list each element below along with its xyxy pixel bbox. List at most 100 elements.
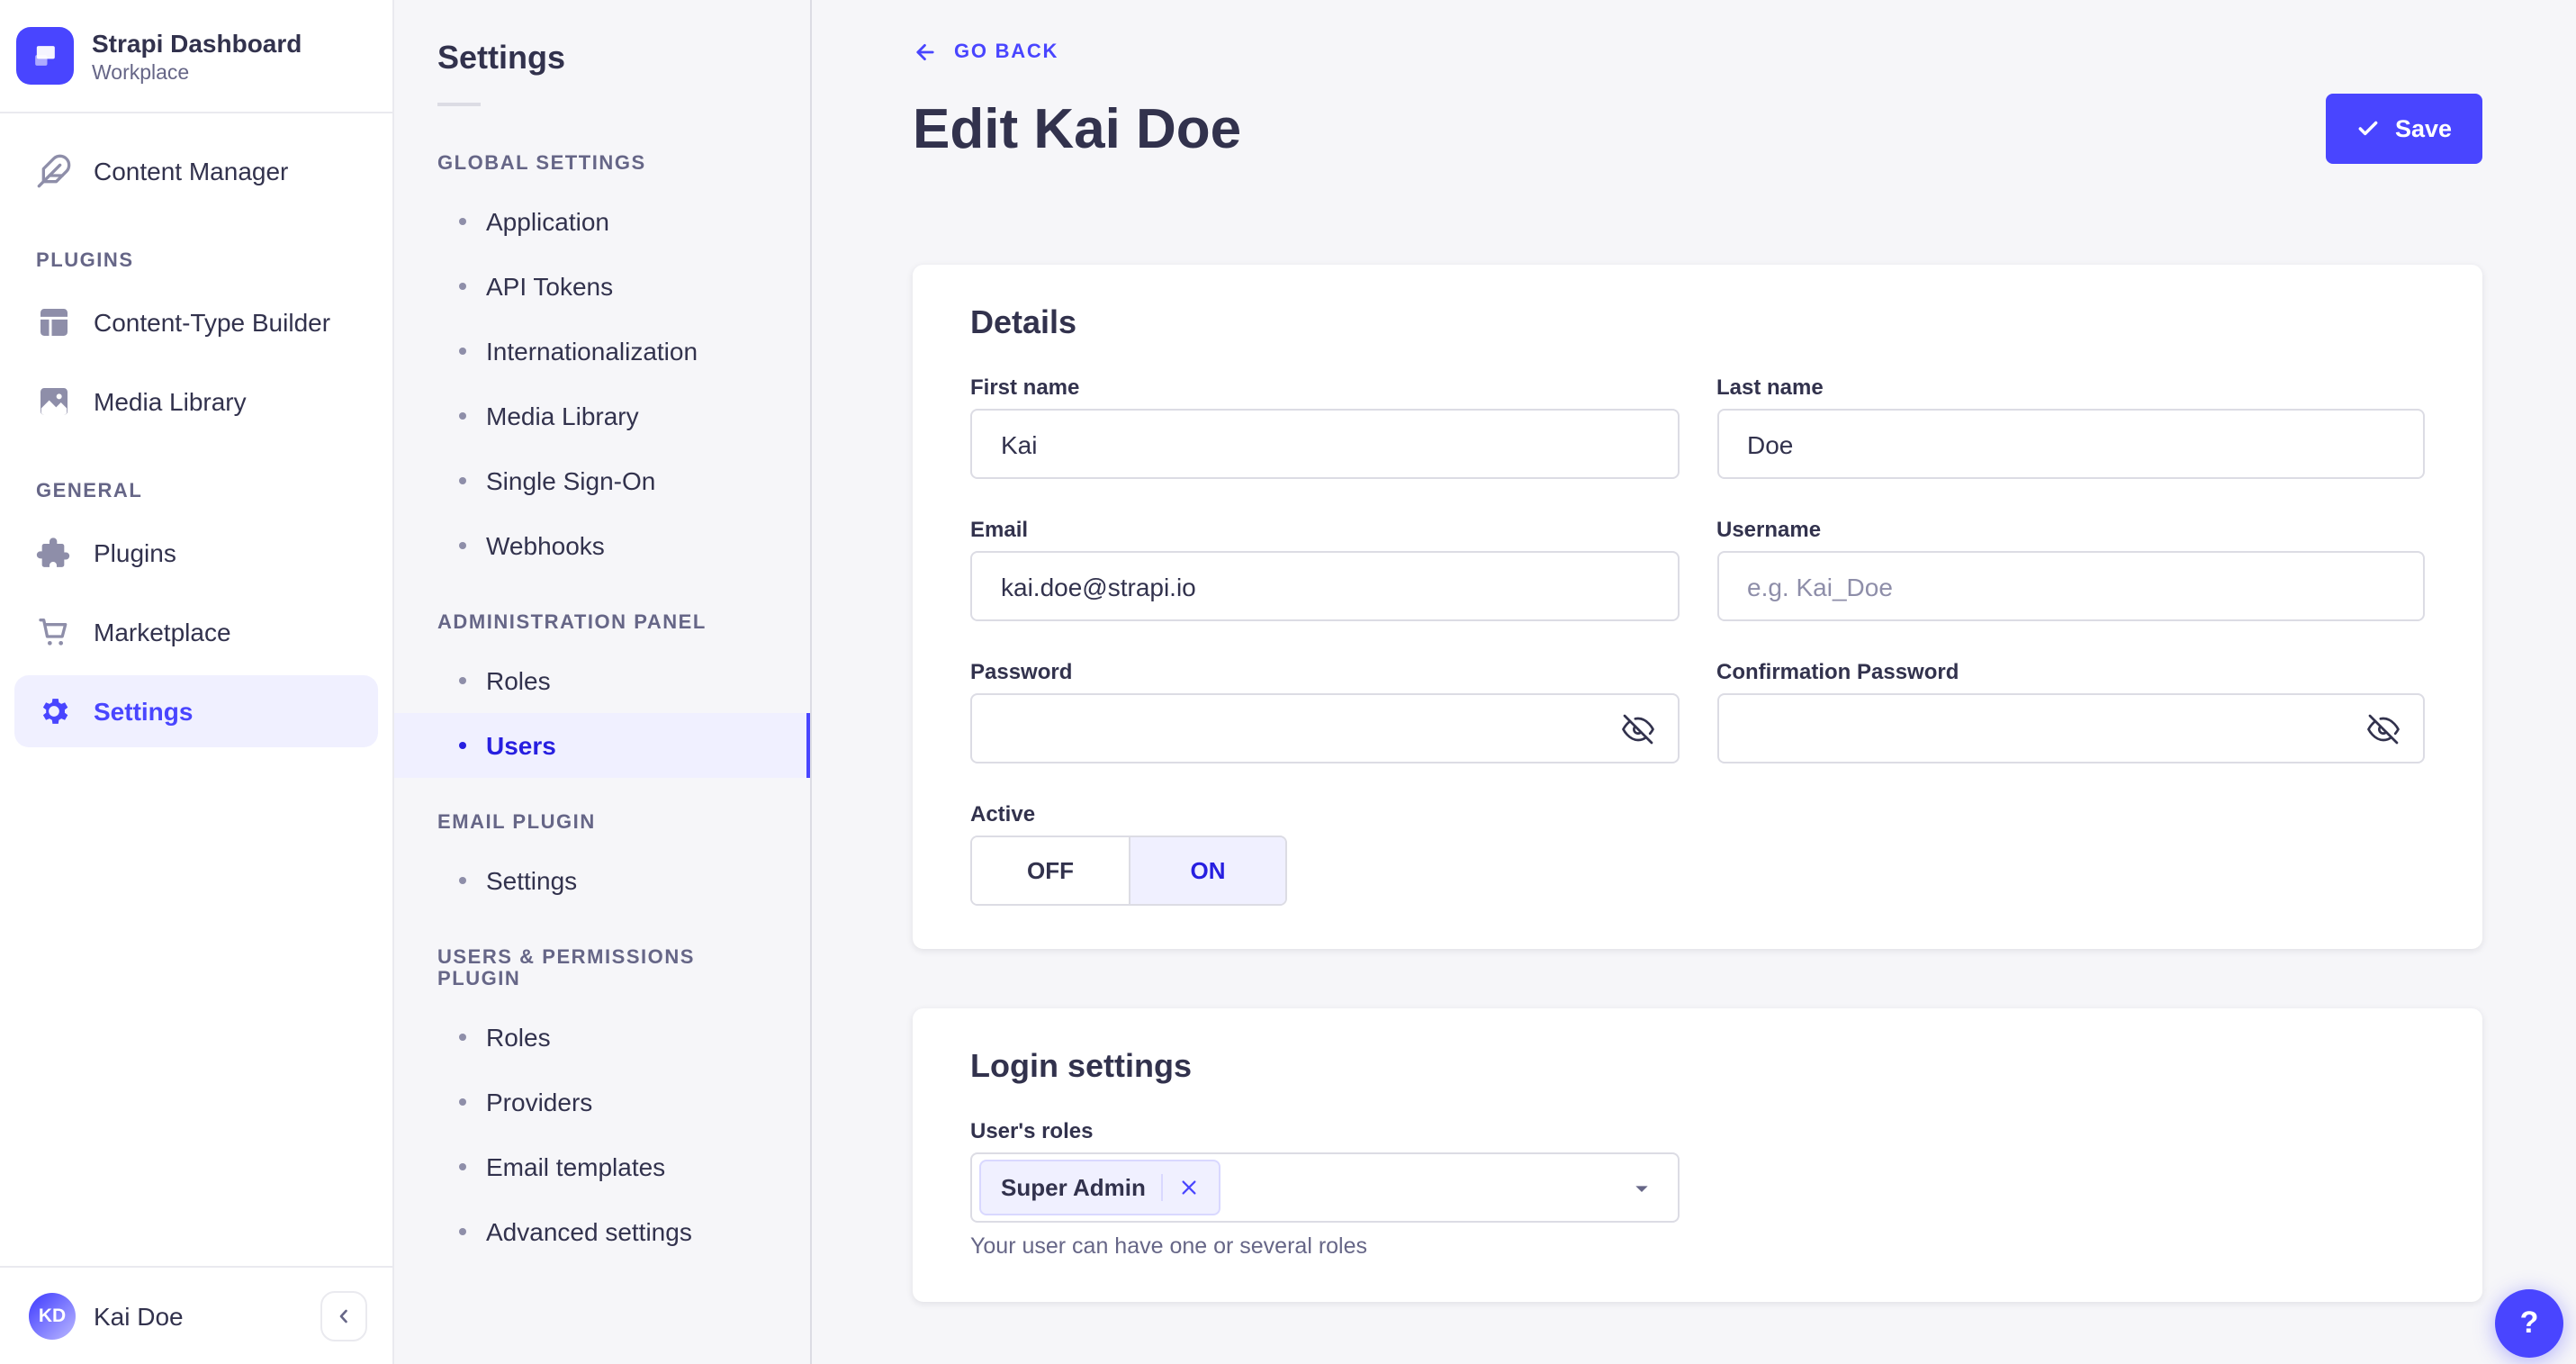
email-input[interactable]: [970, 551, 1679, 621]
close-icon: [1180, 1178, 1200, 1197]
confirmation-password-field-group: Confirmation Password: [1716, 659, 2425, 763]
last-name-input[interactable]: [1716, 409, 2425, 479]
gear-icon: [36, 693, 72, 729]
help-button[interactable]: ?: [2495, 1288, 2563, 1357]
chevron-down-icon: [1627, 1173, 1656, 1202]
sidebar-item-label: Content Manager: [94, 157, 289, 185]
role-tag-super-admin: Super Admin: [979, 1160, 1221, 1215]
strapi-logo-icon: [16, 27, 74, 85]
subnav-item-single-sign-on[interactable]: Single Sign-On: [394, 448, 810, 513]
sidebar-item-marketplace[interactable]: Marketplace: [14, 596, 378, 668]
subnav-item-admin-roles[interactable]: Roles: [394, 648, 810, 713]
subnav-item-label: API Tokens: [486, 272, 614, 301]
go-back-label: GO BACK: [954, 41, 1059, 63]
puzzle-icon: [36, 535, 72, 571]
active-toggle: OFF ON: [970, 836, 1287, 906]
toggle-confirmation-visibility-button[interactable]: [2364, 709, 2403, 748]
page-title: Edit Kai Doe: [913, 96, 1242, 159]
toggle-password-visibility-button[interactable]: [1617, 709, 1657, 748]
subnav-item-api-tokens[interactable]: API Tokens: [394, 254, 810, 319]
subnav-item-label: Single Sign-On: [486, 466, 656, 495]
last-name-label: Last name: [1716, 375, 1824, 400]
current-user-name[interactable]: Kai Doe: [94, 1301, 184, 1330]
sidebar-item-content-manager[interactable]: Content Manager: [14, 135, 378, 207]
password-field-group: Password: [970, 659, 1679, 763]
eye-off-icon: [2367, 712, 2400, 745]
go-back-link[interactable]: GO BACK: [913, 40, 1058, 65]
subnav-item-internationalization[interactable]: Internationalization: [394, 319, 810, 384]
subnav-item-label: Settings: [486, 866, 578, 895]
brand-title: Strapi Dashboard: [92, 28, 302, 57]
remove-role-button[interactable]: [1180, 1178, 1200, 1197]
subnav-item-label: Email templates: [486, 1152, 666, 1181]
login-settings-title: Login settings: [970, 1048, 1192, 1084]
sidebar-section-general: GENERAL: [36, 481, 143, 502]
subnav-item-application[interactable]: Application: [394, 189, 810, 254]
strapi-admin-app: Strapi Dashboard Workplace Content Manag…: [0, 0, 2576, 1364]
main-content: GO BACK Edit Kai Doe Save Details First …: [812, 0, 2576, 1364]
subnav-section-users-permissions-plugin: USERS & PERMISSIONS PLUGIN Roles Provide…: [437, 947, 781, 1264]
first-name-label: First name: [970, 375, 1080, 400]
sidebar-item-plugins[interactable]: Plugins: [14, 517, 378, 589]
settings-subnav: Settings GLOBAL SETTINGS Application API…: [394, 0, 812, 1364]
users-roles-select[interactable]: Super Admin: [970, 1152, 1680, 1223]
subnav-title: Settings: [437, 40, 566, 76]
arrow-left-icon: [913, 40, 938, 65]
subnav-item-label: Media Library: [486, 402, 639, 430]
sidebar-item-label: Media Library: [94, 387, 247, 416]
sidebar-item-label: Marketplace: [94, 618, 231, 646]
subnav-section-title: ADMINISTRATION PANEL: [437, 612, 707, 634]
subnav-item-webhooks[interactable]: Webhooks: [394, 513, 810, 578]
active-toggle-off[interactable]: OFF: [972, 837, 1129, 904]
sidebar-item-label: Settings: [94, 697, 194, 726]
subnav-section-title: GLOBAL SETTINGS: [437, 153, 646, 175]
subnav-item-label: Internationalization: [486, 337, 698, 366]
subnav-section-administration-panel: ADMINISTRATION PANEL Roles Users: [394, 612, 810, 778]
subnav-section-title: USERS & PERMISSIONS PLUGIN: [437, 947, 695, 990]
sidebar-item-content-type-builder[interactable]: Content-Type Builder: [14, 286, 378, 358]
subnav-section-global-settings: GLOBAL SETTINGS Application API Tokens I…: [437, 153, 781, 578]
eye-off-icon: [1621, 712, 1653, 745]
subnav-item-providers[interactable]: Providers: [394, 1070, 810, 1134]
save-button[interactable]: Save: [2326, 94, 2482, 164]
subnav-item-email-templates[interactable]: Email templates: [394, 1134, 810, 1199]
subnav-item-email-settings[interactable]: Settings: [394, 848, 810, 913]
sidebar-item-settings[interactable]: Settings: [14, 675, 378, 747]
chevron-left-icon: [333, 1305, 355, 1326]
details-card: Details First name Last name Email Usern…: [913, 265, 2482, 949]
main-nav: Content Manager PLUGINS Content-Type Bui…: [0, 113, 392, 1265]
confirmation-password-label: Confirmation Password: [1716, 659, 1959, 684]
password-input[interactable]: [970, 693, 1679, 763]
subnav-item-media-library[interactable]: Media Library: [394, 384, 810, 448]
username-input[interactable]: [1716, 551, 2425, 621]
password-label: Password: [970, 659, 1073, 684]
brand-workspace: Workplace: [92, 62, 190, 84]
save-button-label: Save: [2394, 115, 2452, 142]
first-name-input[interactable]: [970, 409, 1679, 479]
email-label: Email: [970, 517, 1029, 542]
collapse-sidebar-button[interactable]: [320, 1290, 367, 1341]
username-label: Username: [1716, 517, 1822, 542]
details-card-title: Details: [970, 304, 1077, 340]
shopping-cart-icon: [36, 614, 72, 650]
roles-hint-text: Your user can have one or several roles: [970, 1233, 1368, 1259]
subnav-section-email-plugin: EMAIL PLUGIN Settings: [437, 812, 781, 913]
email-field-group: Email: [970, 517, 1679, 621]
workspace-switcher[interactable]: Strapi Dashboard Workplace: [0, 0, 392, 113]
layout-grid-icon: [36, 304, 72, 340]
subnav-item-advanced-settings[interactable]: Advanced settings: [394, 1199, 810, 1264]
subnav-item-up-roles[interactable]: Roles: [394, 1005, 810, 1070]
subnav-item-label: Webhooks: [486, 531, 605, 560]
sidebar-item-media-library[interactable]: Media Library: [14, 366, 378, 438]
subnav-item-admin-users[interactable]: Users: [394, 713, 810, 778]
avatar[interactable]: KD: [29, 1292, 76, 1339]
sidebar-item-label: Plugins: [94, 538, 176, 567]
login-settings-card: Login settings User's roles Super Admin: [913, 1008, 2482, 1302]
active-toggle-on[interactable]: ON: [1129, 837, 1285, 904]
subnav-item-label: Roles: [486, 1023, 551, 1052]
feather-icon: [36, 153, 72, 189]
role-tag-label: Super Admin: [1001, 1174, 1146, 1201]
subnav-item-label: Roles: [486, 666, 551, 695]
check-icon: [2357, 117, 2381, 140]
confirmation-password-input[interactable]: [1716, 693, 2425, 763]
